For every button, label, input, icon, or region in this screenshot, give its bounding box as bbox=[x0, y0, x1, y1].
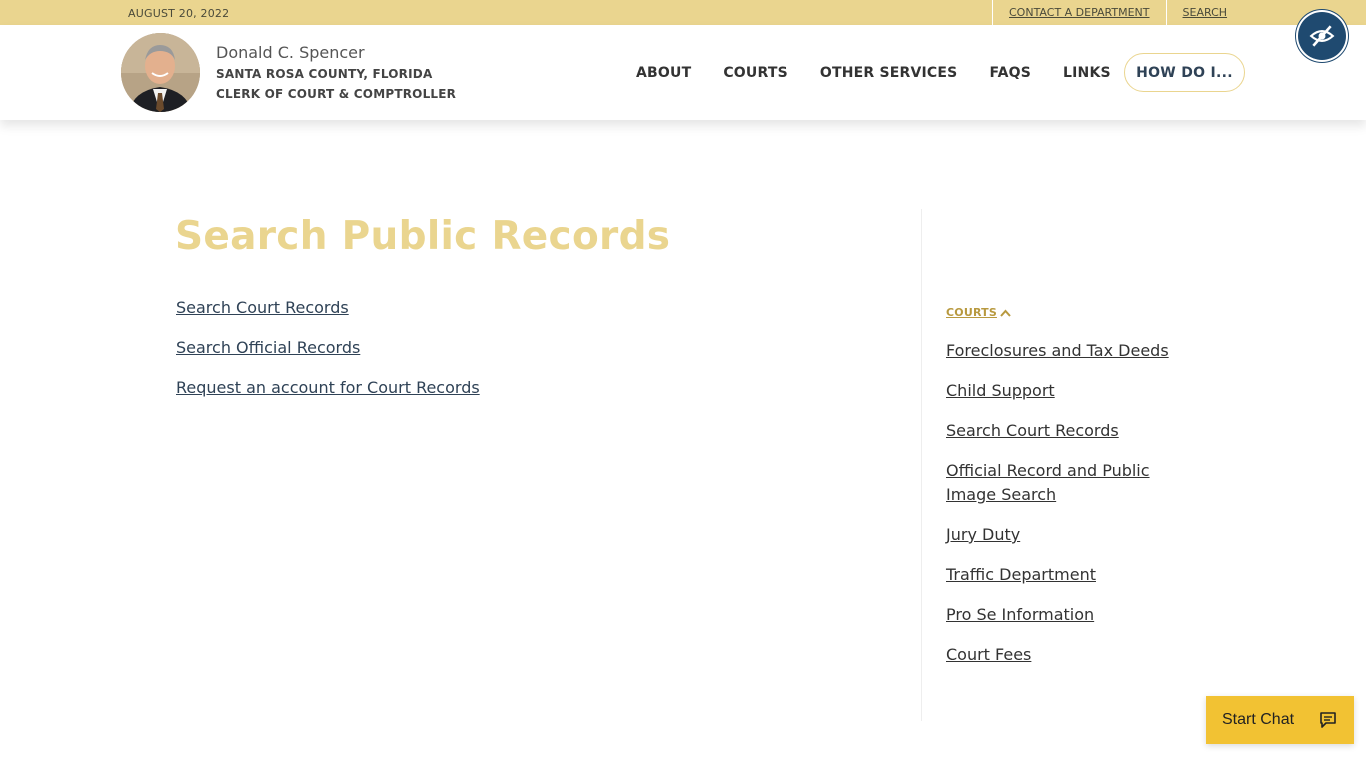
sidebar-item-jury-duty[interactable]: Jury Duty bbox=[946, 523, 1186, 547]
accessibility-button[interactable] bbox=[1298, 12, 1346, 60]
office-title: CLERK OF COURT & COMPTROLLER bbox=[216, 87, 457, 101]
chat-bubble-icon bbox=[1320, 712, 1336, 728]
sidebar-links: Foreclosures and Tax Deeds Child Support… bbox=[946, 339, 1186, 683]
sidebar-courts-toggle[interactable]: COURTS bbox=[946, 306, 1011, 319]
records-links: Search Court Records Search Official Rec… bbox=[176, 298, 480, 418]
nav-faqs[interactable]: FAQS bbox=[973, 65, 1047, 81]
contact-department-link[interactable]: CONTACT A DEPARTMENT bbox=[992, 0, 1166, 25]
search-court-records-link[interactable]: Search Court Records bbox=[176, 298, 480, 338]
utility-links: CONTACT A DEPARTMENT SEARCH bbox=[992, 0, 1227, 25]
clerk-name: Donald C. Spencer bbox=[216, 43, 365, 62]
main-nav: ABOUT COURTS OTHER SERVICES FAQS LINKS bbox=[620, 53, 1127, 93]
sidebar-item-search-court-records[interactable]: Search Court Records bbox=[946, 419, 1186, 443]
nav-about[interactable]: ABOUT bbox=[620, 65, 707, 81]
page-title: Search Public Records bbox=[175, 214, 671, 259]
eye-slash-icon bbox=[1309, 25, 1335, 47]
nav-other-services[interactable]: OTHER SERVICES bbox=[804, 65, 974, 81]
start-chat-button[interactable]: Start Chat bbox=[1206, 696, 1354, 744]
search-link[interactable]: SEARCH bbox=[1165, 0, 1227, 25]
clerk-portrait-icon bbox=[121, 33, 200, 112]
nav-courts[interactable]: COURTS bbox=[707, 65, 804, 81]
sidebar-item-official-record-search[interactable]: Official Record and Public Image Search bbox=[946, 459, 1186, 507]
how-do-i-button[interactable]: HOW DO I... bbox=[1124, 53, 1245, 92]
sidebar-item-child-support[interactable]: Child Support bbox=[946, 379, 1186, 403]
utility-bar: AUGUST 20, 2022 CONTACT A DEPARTMENT SEA… bbox=[0, 0, 1366, 25]
sidebar-heading: COURTS bbox=[946, 306, 997, 319]
sidebar-divider bbox=[921, 209, 922, 721]
sidebar-item-pro-se[interactable]: Pro Se Information bbox=[946, 603, 1186, 627]
nav-links[interactable]: LINKS bbox=[1047, 65, 1127, 81]
sidebar-item-foreclosures[interactable]: Foreclosures and Tax Deeds bbox=[946, 339, 1186, 363]
sidebar-item-court-fees[interactable]: Court Fees bbox=[946, 643, 1186, 667]
sidebar-item-traffic[interactable]: Traffic Department bbox=[946, 563, 1186, 587]
current-date: AUGUST 20, 2022 bbox=[128, 7, 230, 20]
chat-label: Start Chat bbox=[1222, 711, 1295, 728]
site-header: Donald C. Spencer SANTA ROSA COUNTY, FLO… bbox=[0, 25, 1366, 120]
clerk-avatar[interactable] bbox=[121, 33, 200, 112]
chevron-up-icon bbox=[1000, 309, 1011, 317]
county-name: SANTA ROSA COUNTY, FLORIDA bbox=[216, 67, 433, 81]
search-official-records-link[interactable]: Search Official Records bbox=[176, 338, 480, 378]
request-account-link[interactable]: Request an account for Court Records bbox=[176, 378, 480, 418]
